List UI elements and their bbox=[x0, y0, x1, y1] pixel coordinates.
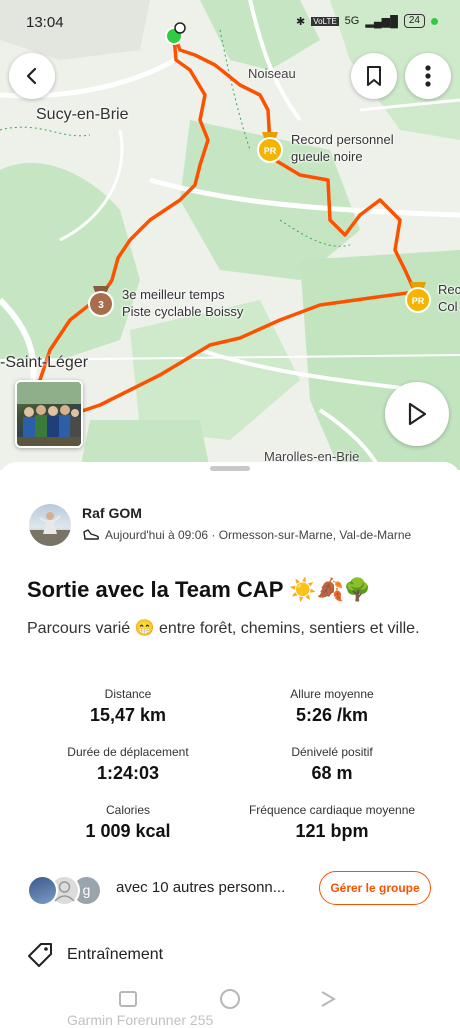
group-member-avatar bbox=[27, 875, 58, 906]
play-flyover-button[interactable] bbox=[385, 382, 449, 446]
group-activity-row[interactable]: g avec 10 autres personn... Gérer le gro… bbox=[27, 867, 437, 911]
status-time: 13:04 bbox=[26, 14, 64, 31]
stat-elevation-gain: Dénivelé positif 68 m bbox=[232, 745, 432, 784]
workout-type-label: Entraînement bbox=[67, 946, 164, 963]
segment-subname: Col bbox=[438, 299, 458, 314]
segment-label[interactable]: 3e meilleur temps Piste cyclable Boissy bbox=[122, 286, 243, 320]
activity-title: Sortie avec la Team CAP ☀️🍂🌳 bbox=[27, 577, 372, 602]
bronze-medal-label: 3 bbox=[98, 300, 104, 311]
segment-label[interactable]: Rec Col bbox=[438, 281, 460, 315]
stat-moving-time: Durée de déplacement 1:24:03 bbox=[28, 745, 228, 784]
pr-medal-icon[interactable]: PR bbox=[404, 282, 432, 314]
manage-group-button[interactable]: Gérer le groupe bbox=[319, 871, 431, 905]
tag-icon bbox=[28, 943, 52, 967]
stat-value: 121 bpm bbox=[295, 821, 369, 841]
back-nav-icon[interactable] bbox=[321, 991, 336, 1007]
chevron-left-icon bbox=[26, 67, 37, 85]
running-shoe-icon bbox=[83, 529, 100, 540]
segment-subname: Piste cyclable Boissy bbox=[122, 304, 244, 319]
stat-distance: Distance 15,47 km bbox=[28, 687, 228, 726]
avatar[interactable] bbox=[29, 504, 71, 546]
stat-label: Durée de déplacement bbox=[67, 745, 189, 759]
segment-label[interactable]: Record personnel gueule noire bbox=[291, 131, 394, 165]
segment-subname: gueule noire bbox=[291, 149, 363, 164]
stat-label: Dénivelé positif bbox=[291, 745, 373, 759]
drag-handle[interactable] bbox=[210, 466, 250, 471]
segment-name: Record personnel bbox=[291, 132, 394, 147]
workout-type-row[interactable]: Entraînement bbox=[27, 940, 163, 970]
segment-name: Rec bbox=[438, 282, 460, 297]
play-icon bbox=[408, 402, 427, 426]
stat-label: Distance bbox=[104, 687, 152, 701]
segment-name: 3e meilleur temps bbox=[122, 287, 225, 302]
athlete-name[interactable]: Raf GOM bbox=[82, 505, 142, 521]
device-name: Garmin Forerunner 255 bbox=[67, 1012, 214, 1028]
back-button[interactable] bbox=[9, 53, 55, 99]
bookmark-icon bbox=[367, 66, 381, 86]
signal-icon: ▂▄▆█ bbox=[365, 15, 398, 28]
bluetooth-icon: ✱ bbox=[296, 15, 306, 28]
stat-average-heart-rate: Fréquence cardiaque moyenne 121 bpm bbox=[232, 803, 432, 842]
pr-medal-label: PR bbox=[264, 146, 277, 156]
status-icons: ✱ VoLTE 5G ▂▄▆█ 24 bbox=[296, 14, 438, 28]
activity-description: Parcours varié 😁 entre forêt, chemins, s… bbox=[27, 620, 420, 637]
home-icon[interactable] bbox=[220, 989, 240, 1009]
stat-label: Allure moyenne bbox=[290, 687, 374, 701]
device-row: Garmin Forerunner 255 bbox=[27, 1012, 213, 1028]
stat-value: 68 m bbox=[311, 763, 353, 783]
activity-datetime-location: Aujourd'hui à 09:06 · Ormesson-sur-Marne… bbox=[105, 528, 412, 542]
stat-value: 15,47 km bbox=[89, 705, 167, 725]
volte-icon: VoLTE bbox=[311, 16, 339, 26]
stat-value: 1 009 kcal bbox=[85, 821, 171, 841]
pr-medal-label: PR bbox=[412, 296, 425, 306]
more-options-button[interactable] bbox=[405, 53, 451, 99]
bookmark-button[interactable] bbox=[351, 53, 397, 99]
more-vertical-icon bbox=[425, 65, 431, 87]
bronze-medal-icon[interactable]: 3 bbox=[87, 286, 115, 318]
group-members-text[interactable]: avec 10 autres personn... bbox=[116, 879, 285, 896]
status-bar: 13:04 ✱ VoLTE 5G ▂▄▆█ 24 bbox=[0, 10, 460, 36]
stat-average-pace: Allure moyenne 5:26 /km bbox=[232, 687, 432, 726]
stat-value: 5:26 /km bbox=[295, 705, 369, 725]
group-photo-icon bbox=[17, 382, 81, 446]
system-navigation-bar bbox=[119, 989, 336, 1009]
stat-label: Calories bbox=[105, 803, 150, 817]
stat-calories: Calories 1 009 kcal bbox=[28, 803, 228, 842]
network-label: 5G bbox=[344, 15, 360, 27]
battery-icon: 24 bbox=[403, 14, 425, 28]
activity-details-sheet[interactable]: Raf GOM Aujourd'hui à 09:06 · Ormesson-s… bbox=[0, 462, 460, 1028]
recent-apps-icon[interactable] bbox=[119, 991, 137, 1007]
privacy-indicator-icon bbox=[431, 17, 438, 25]
stat-label: Fréquence cardiaque moyenne bbox=[248, 803, 416, 817]
avatar-image-icon bbox=[29, 512, 71, 546]
map-place-label: -Saint-Léger bbox=[0, 354, 89, 371]
map-place-label: Noiseau bbox=[248, 66, 296, 81]
pr-medal-icon[interactable]: PR bbox=[256, 132, 284, 164]
activity-photo-thumbnail[interactable] bbox=[15, 380, 83, 448]
activity-meta: Aujourd'hui à 09:06 · Ormesson-sur-Marne… bbox=[82, 528, 411, 542]
stat-value: 1:24:03 bbox=[96, 763, 160, 783]
map-place-label: Sucy-en-Brie bbox=[36, 106, 129, 123]
